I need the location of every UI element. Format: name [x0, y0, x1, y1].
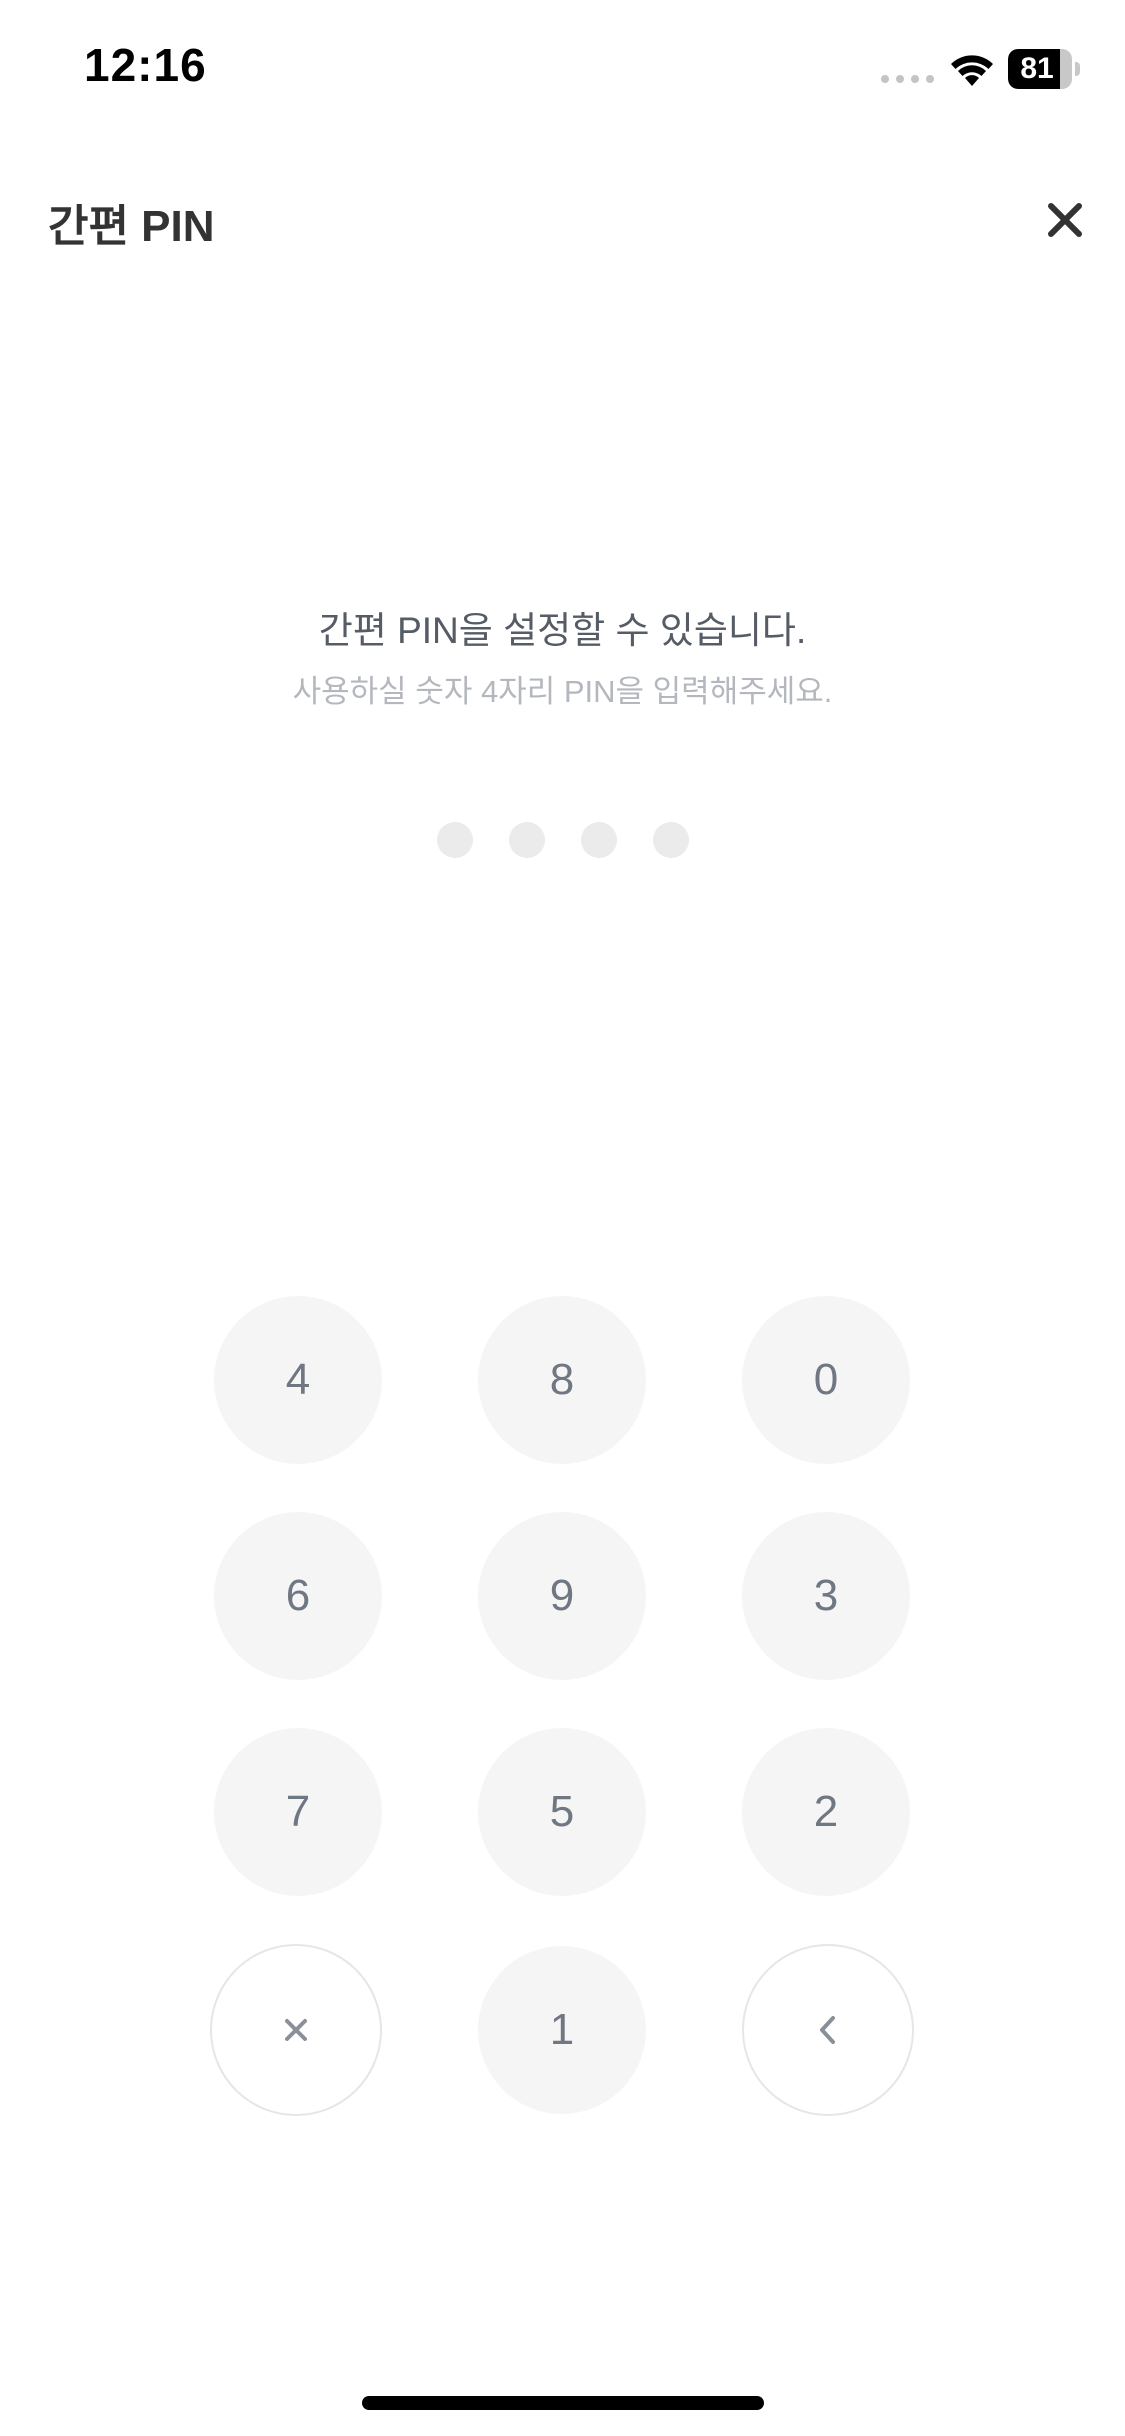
pin-dot — [508, 822, 545, 858]
battery-body: 81 — [1008, 49, 1072, 89]
pin-dot — [652, 822, 689, 858]
battery-cap — [1075, 62, 1080, 76]
key-button[interactable]: 2 — [742, 1728, 910, 1896]
battery-level: 81 — [1020, 52, 1054, 85]
prompt-title: 간편 PIN을 설정할 수 있습니다. — [318, 610, 807, 651]
battery-icon: 81 — [1008, 49, 1080, 89]
key-button[interactable]: 3 — [742, 1512, 910, 1680]
page-title: 간편 PIN — [48, 202, 215, 251]
wifi-icon — [951, 55, 993, 86]
key-button[interactable]: 1 — [478, 1946, 646, 2114]
pin-dot — [436, 822, 473, 858]
status-time: 12:16 — [84, 39, 207, 91]
pin-setup-screen: 12:16 81 간편 PIN 간편 PIN을 설정할 수 있습니다. 사용하실… — [0, 0, 1125, 2436]
header: 간편 PIN — [0, 160, 1125, 270]
close-button[interactable] — [1035, 190, 1095, 250]
home-indicator[interactable] — [362, 2396, 764, 2410]
pin-dot — [580, 822, 617, 858]
key-button[interactable]: 9 — [478, 1512, 646, 1680]
status-bar: 12:16 81 — [0, 0, 1125, 140]
prompt-subtitle: 사용하실 숫자 4자리 PIN을 입력해주세요. — [292, 674, 833, 709]
close-icon — [1048, 203, 1082, 237]
key-button[interactable]: 8 — [478, 1296, 646, 1464]
key-button[interactable]: 6 — [214, 1512, 382, 1680]
key-button[interactable]: 7 — [214, 1728, 382, 1896]
pin-indicator — [0, 822, 1125, 858]
chevron-left-icon — [820, 2016, 835, 2044]
backspace-button[interactable] — [742, 1944, 914, 2116]
key-button[interactable]: 0 — [742, 1296, 910, 1464]
clear-button[interactable] — [210, 1944, 382, 2116]
keypad: 4 8 0 6 9 3 7 5 2 1 — [0, 0, 1125, 2436]
key-button[interactable]: 5 — [478, 1728, 646, 1896]
cellular-signal-icon — [881, 75, 934, 83]
clear-icon — [285, 2019, 307, 2041]
key-button[interactable]: 4 — [214, 1296, 382, 1464]
